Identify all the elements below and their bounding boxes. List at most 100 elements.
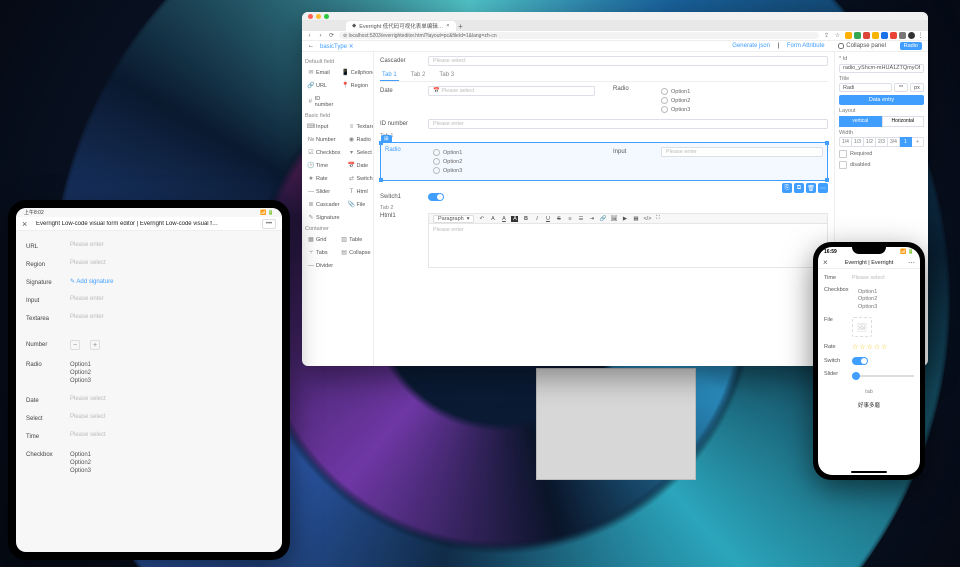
- underline-icon[interactable]: U: [544, 216, 551, 222]
- maximize-dot[interactable]: [324, 14, 329, 19]
- width-opt[interactable]: 1: [900, 137, 912, 147]
- field-palette-item[interactable]: ▤Collapse: [338, 247, 373, 258]
- bold-icon[interactable]: B: [522, 216, 529, 222]
- browser-tab[interactable]: ◆ Everright 低代码可视化表单编辑… ×: [346, 21, 456, 31]
- breadcrumb-item[interactable]: basicType ✕: [320, 43, 354, 50]
- field-palette-item[interactable]: ≡Textarea: [345, 121, 374, 132]
- region-select[interactable]: Please select: [70, 260, 272, 266]
- time-select[interactable]: Please select: [852, 275, 914, 281]
- strike-icon[interactable]: S: [555, 216, 562, 222]
- field-palette-item[interactable]: ✎Signature: [305, 212, 343, 223]
- tab[interactable]: Tab 1: [380, 70, 399, 81]
- collapse-panel-toggle[interactable]: Collapse panel: [838, 43, 886, 49]
- home-indicator[interactable]: [851, 471, 887, 474]
- image-icon[interactable]: 🖼: [610, 216, 617, 222]
- font-size-icon[interactable]: A: [489, 216, 496, 222]
- field-palette-item[interactable]: 📅Date: [345, 160, 374, 171]
- collapse-checkbox[interactable]: [838, 43, 844, 49]
- slider[interactable]: [852, 372, 914, 377]
- required-checkbox[interactable]: Required: [839, 150, 924, 158]
- field-palette-item[interactable]: ⑂Tabs: [305, 247, 336, 258]
- field-palette-item[interactable]: 📍Region: [340, 80, 374, 91]
- url-input[interactable]: Please enter: [70, 242, 272, 248]
- width-opt[interactable]: 1/4: [839, 137, 852, 147]
- field-palette-item[interactable]: ⌨Input: [305, 121, 343, 132]
- duplicate-button[interactable]: ⧉: [794, 183, 804, 193]
- undo-icon[interactable]: ↶: [478, 216, 485, 222]
- time-select[interactable]: Please select: [70, 432, 272, 438]
- width-segments[interactable]: 1/4 1/3 1/2 2/3 3/4 1 +: [839, 137, 924, 147]
- layout-toggle[interactable]: vertical Horizontal: [839, 116, 924, 127]
- field-palette-item[interactable]: 🔗URL: [305, 80, 338, 91]
- prop-id-input[interactable]: [839, 64, 924, 73]
- field-palette-item[interactable]: ≣Cascader: [305, 199, 343, 210]
- field-palette-item[interactable]: ☑Checkbox: [305, 147, 343, 158]
- code-icon[interactable]: </>: [643, 216, 650, 222]
- width-opt[interactable]: 3/4: [888, 137, 900, 147]
- field-palette-item[interactable]: ◉Radio: [345, 134, 374, 145]
- table-icon[interactable]: ▦: [632, 216, 639, 222]
- radio-option[interactable]: Option3: [661, 106, 828, 113]
- text-input[interactable]: Please enter: [661, 147, 823, 157]
- rte-editor[interactable]: Please enter: [428, 224, 828, 268]
- radio-group[interactable]: Option1Option2Option3: [70, 360, 272, 386]
- radio-option[interactable]: Option2: [433, 158, 595, 165]
- switch-toggle[interactable]: [428, 193, 444, 201]
- number-stepper[interactable]: −+: [70, 340, 272, 350]
- radio-option[interactable]: Option1: [433, 149, 595, 156]
- field-palette-item[interactable]: —Divider: [305, 260, 336, 271]
- width-opt[interactable]: 1/2: [864, 137, 876, 147]
- bookmark-icon[interactable]: ☆: [834, 32, 841, 39]
- radio-option[interactable]: Option1: [661, 88, 828, 95]
- field-palette-item[interactable]: 📱Cellphone: [340, 67, 374, 78]
- fullscreen-icon[interactable]: ⛶: [654, 215, 661, 222]
- ext-icon[interactable]: [872, 32, 879, 39]
- ext-icon[interactable]: [854, 32, 861, 39]
- avatar[interactable]: [908, 32, 915, 39]
- file-upload-box[interactable]: 🖼: [852, 317, 872, 337]
- field-palette-item[interactable]: ⇄Switch: [345, 173, 374, 184]
- new-tab-button[interactable]: +: [456, 22, 466, 31]
- tab[interactable]: Tab 3: [437, 70, 456, 81]
- rte-paragraph-select[interactable]: Paragraph ▾: [433, 215, 474, 223]
- field-palette-item[interactable]: THtml: [345, 186, 374, 197]
- layout-vertical[interactable]: vertical: [839, 116, 882, 127]
- more-button[interactable]: ⋯: [818, 183, 828, 193]
- close-dot[interactable]: [308, 14, 313, 19]
- delete-button[interactable]: 🗑: [806, 183, 816, 193]
- radio-option[interactable]: Option2: [661, 97, 828, 104]
- link-icon[interactable]: 🔗: [599, 216, 606, 222]
- idnumber-input[interactable]: Please enter: [428, 119, 828, 129]
- minus-icon[interactable]: −: [70, 340, 80, 350]
- field-palette-item[interactable]: ★Rate: [305, 173, 343, 184]
- tab-close-icon[interactable]: ×: [446, 23, 449, 29]
- ext-icon[interactable]: [845, 32, 852, 39]
- tablet-form[interactable]: URLPlease enter RegionPlease select Sign…: [16, 231, 282, 552]
- data-entry-button[interactable]: Data entry: [839, 95, 924, 105]
- width-add[interactable]: +: [912, 137, 924, 147]
- field-palette-item[interactable]: №Number: [305, 134, 343, 145]
- disabled-checkbox[interactable]: disabled: [839, 161, 924, 169]
- layout-horizontal[interactable]: Horizontal: [882, 116, 925, 127]
- checkbox-group[interactable]: Option1Option2Option3: [70, 450, 272, 476]
- prop-title-px[interactable]: [910, 83, 924, 92]
- add-signature-link[interactable]: ✎ Add signature: [70, 278, 272, 285]
- form-canvas[interactable]: Cascader Please select Tab 1 Tab 2 Tab 3…: [374, 52, 834, 366]
- field-palette-item[interactable]: #ID number: [305, 93, 338, 110]
- width-opt[interactable]: 1/3: [852, 137, 864, 147]
- switch-toggle[interactable]: [852, 357, 868, 365]
- field-palette-item[interactable]: 📎File: [345, 199, 374, 210]
- field-palette-item[interactable]: 🕒Time: [305, 160, 343, 171]
- align-icon[interactable]: ≡: [566, 216, 573, 222]
- ext-icon[interactable]: [863, 32, 870, 39]
- indent-icon[interactable]: ⇥: [588, 216, 595, 222]
- field-palette-item[interactable]: ✉Email: [305, 67, 338, 78]
- width-opt[interactable]: 2/3: [876, 137, 888, 147]
- close-icon[interactable]: ×: [22, 219, 32, 229]
- rate-stars[interactable]: ☆☆☆☆☆: [852, 343, 914, 351]
- nav-forward-icon[interactable]: ›: [317, 32, 324, 39]
- breadcrumb-back-icon[interactable]: ←: [308, 43, 314, 49]
- mode-badge[interactable]: Radio: [900, 42, 922, 50]
- font-color-icon[interactable]: A: [500, 216, 507, 222]
- share-icon[interactable]: ⇪: [823, 32, 830, 39]
